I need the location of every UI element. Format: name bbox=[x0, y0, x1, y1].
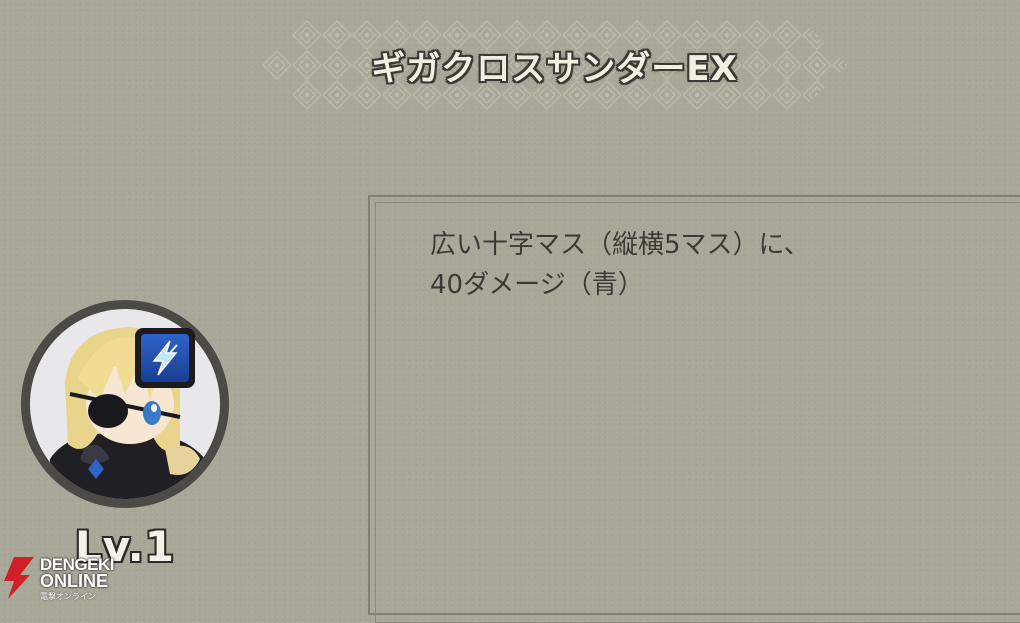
element-badge bbox=[135, 328, 195, 388]
skill-title-banner: ギガクロスサンダーEX bbox=[262, 20, 847, 110]
watermark: DENGEKI ONLINE 電撃オンライン bbox=[0, 555, 140, 601]
lightning-icon bbox=[141, 334, 189, 382]
character-avatar[interactable] bbox=[21, 300, 229, 508]
skill-name: ギガクロスサンダーEX bbox=[371, 48, 738, 89]
watermark-line-2: ONLINE bbox=[40, 571, 109, 591]
dengeki-logo-icon bbox=[4, 557, 34, 599]
skill-description-panel: 広い十字マス（縦横5マス）に、 40ダメージ（青） bbox=[368, 195, 1020, 623]
skill-description: 広い十字マス（縦横5マス）に、 40ダメージ（青） bbox=[430, 225, 810, 305]
description-line: 広い十字マス（縦横5マス）に、 bbox=[430, 230, 810, 260]
description-line: 40ダメージ（青） bbox=[430, 270, 644, 300]
watermark-line-3: 電撃オンライン bbox=[40, 592, 96, 601]
